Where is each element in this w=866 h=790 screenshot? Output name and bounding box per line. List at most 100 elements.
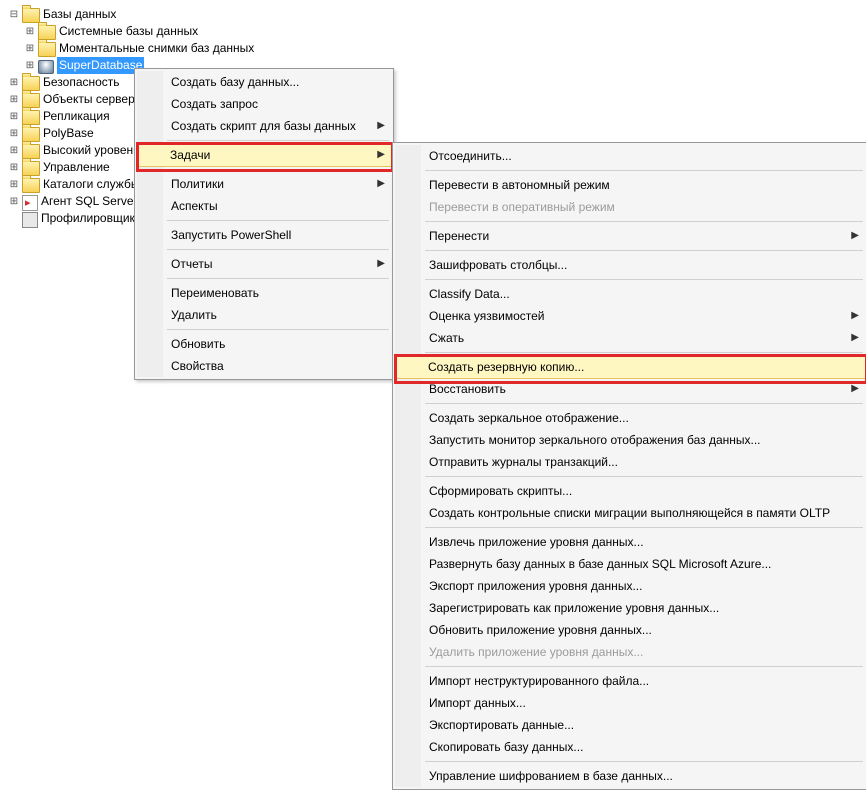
chevron-right-icon: ▶ bbox=[851, 327, 859, 349]
menu-item-label: Свойства bbox=[171, 359, 224, 373]
chevron-right-icon: ▶ bbox=[851, 225, 859, 247]
menu-item[interactable]: Импорт неструктурированного файла... bbox=[395, 670, 865, 692]
expand-icon[interactable] bbox=[22, 41, 38, 57]
menu-item-label: Отсоединить... bbox=[429, 149, 512, 163]
menu-item-label: Создать контрольные списки миграции выпо… bbox=[429, 506, 830, 520]
menu-item-label: Восстановить bbox=[429, 382, 506, 396]
menu-item[interactable]: Политики▶ bbox=[137, 173, 391, 195]
menu-item[interactable]: Экспортировать данные... bbox=[395, 714, 865, 736]
tree-node-system-databases[interactable]: Системные базы данных bbox=[6, 23, 866, 40]
menu-item[interactable]: Экспорт приложения уровня данных... bbox=[395, 575, 865, 597]
menu-item-label: Экспортировать данные... bbox=[429, 718, 574, 732]
menu-item-label: Создать скрипт для базы данных bbox=[171, 119, 356, 133]
menu-item[interactable]: Зашифровать столбцы... bbox=[395, 254, 865, 276]
menu-item[interactable]: Обновить bbox=[137, 333, 391, 355]
menu-item-label: Переименовать bbox=[171, 286, 259, 300]
menu-separator bbox=[425, 666, 863, 667]
sql-agent-icon bbox=[22, 195, 38, 211]
menu-separator bbox=[167, 329, 389, 330]
menu-item[interactable]: Задачи▶ bbox=[136, 143, 392, 167]
menu-separator bbox=[167, 278, 389, 279]
menu-item[interactable]: Отсоединить... bbox=[395, 145, 865, 167]
menu-item[interactable]: Восстановить ▶ bbox=[395, 378, 865, 400]
context-menu-database[interactable]: Создать базу данных...Создать запросСозд… bbox=[134, 68, 394, 380]
menu-item[interactable]: Перенести ▶ bbox=[395, 225, 865, 247]
menu-item-label: Перевести в автономный режим bbox=[429, 178, 610, 192]
context-submenu-tasks[interactable]: Отсоединить... Перевести в автономный реж… bbox=[392, 142, 866, 790]
menu-item[interactable]: Сжать▶ bbox=[395, 327, 865, 349]
menu-item-label: Запустить монитор зеркального отображени… bbox=[429, 433, 761, 447]
expand-icon[interactable] bbox=[6, 211, 22, 227]
chevron-right-icon: ▶ bbox=[851, 378, 859, 400]
menu-item-label: Зарегистрировать как приложение уровня д… bbox=[429, 601, 719, 615]
menu-item[interactable]: Аспекты bbox=[137, 195, 391, 217]
menu-separator bbox=[425, 527, 863, 528]
menu-item[interactable]: Зарегистрировать как приложение уровня д… bbox=[395, 597, 865, 619]
menu-item-label: Обновить bbox=[171, 337, 225, 351]
menu-item-label: Создать зеркальное отображение... bbox=[429, 411, 629, 425]
tree-label: PolyBase bbox=[43, 125, 94, 142]
menu-item[interactable]: Отчеты▶ bbox=[137, 253, 391, 275]
chevron-right-icon: ▶ bbox=[851, 305, 859, 327]
folder-icon bbox=[22, 178, 40, 193]
expand-icon[interactable] bbox=[6, 160, 22, 176]
tree-label: Моментальные снимки баз данных bbox=[59, 40, 254, 57]
menu-item[interactable]: Сформировать скрипты... bbox=[395, 480, 865, 502]
expand-icon[interactable] bbox=[6, 143, 22, 159]
chevron-right-icon: ▶ bbox=[377, 115, 385, 137]
folder-icon bbox=[38, 42, 56, 57]
menu-item: Удалить приложение уровня данных... bbox=[395, 641, 865, 663]
menu-item-label: Аспекты bbox=[171, 199, 218, 213]
menu-item-label: Удалить приложение уровня данных... bbox=[429, 645, 643, 659]
menu-item[interactable]: Создать скрипт для базы данных ▶ bbox=[137, 115, 391, 137]
menu-item[interactable]: Создать базу данных... bbox=[137, 71, 391, 93]
menu-item[interactable]: Создать резервную копию... bbox=[394, 355, 866, 379]
menu-item[interactable]: Создать запрос bbox=[137, 93, 391, 115]
menu-item-label: Скопировать базу данных... bbox=[429, 740, 583, 754]
tree-label: Профилировщик bbox=[41, 210, 135, 227]
menu-item[interactable]: Отправить журналы транзакций... bbox=[395, 451, 865, 473]
menu-item[interactable]: Classify Data... bbox=[395, 283, 865, 305]
tree-node-database-snapshots[interactable]: Моментальные снимки баз данных bbox=[6, 40, 866, 57]
menu-separator bbox=[425, 279, 863, 280]
menu-item[interactable]: Свойства bbox=[137, 355, 391, 377]
expand-icon[interactable] bbox=[22, 58, 38, 74]
menu-item[interactable]: Создать контрольные списки миграции выпо… bbox=[395, 502, 865, 524]
menu-item[interactable]: Оценка уязвимостей▶ bbox=[395, 305, 865, 327]
tree-node-databases[interactable]: Базы данных bbox=[6, 6, 866, 23]
menu-item-label: Сформировать скрипты... bbox=[429, 484, 572, 498]
tree-label-selected: SuperDatabase bbox=[57, 57, 144, 74]
expand-icon[interactable] bbox=[6, 194, 22, 210]
menu-item-label: Создать резервную копию... bbox=[428, 360, 584, 374]
menu-item[interactable]: Удалить bbox=[137, 304, 391, 326]
menu-separator bbox=[167, 140, 389, 141]
tree-label: Каталоги службы bbox=[43, 176, 139, 193]
menu-item[interactable]: Обновить приложение уровня данных... bbox=[395, 619, 865, 641]
menu-item[interactable]: Запустить монитор зеркального отображени… bbox=[395, 429, 865, 451]
menu-item[interactable]: Импорт данных... bbox=[395, 692, 865, 714]
menu-item[interactable]: Создать зеркальное отображение... bbox=[395, 407, 865, 429]
tree-label: Объекты сервера bbox=[43, 91, 141, 108]
menu-separator bbox=[425, 476, 863, 477]
menu-item[interactable]: Извлечь приложение уровня данных... bbox=[395, 531, 865, 553]
expand-icon[interactable] bbox=[6, 109, 22, 125]
menu-item[interactable]: Перевести в автономный режим bbox=[395, 174, 865, 196]
menu-item-label: Перенести bbox=[429, 229, 489, 243]
menu-item-label: Перевести в оперативный режим bbox=[429, 200, 615, 214]
expand-icon[interactable] bbox=[22, 24, 38, 40]
tree-label: Системные базы данных bbox=[59, 23, 198, 40]
tree-label: Высокий уровень bbox=[43, 142, 139, 159]
expand-icon[interactable] bbox=[6, 177, 22, 193]
menu-separator bbox=[425, 250, 863, 251]
expand-icon[interactable] bbox=[6, 75, 22, 91]
menu-item[interactable]: Скопировать базу данных... bbox=[395, 736, 865, 758]
menu-item[interactable]: Переименовать bbox=[137, 282, 391, 304]
collapse-icon[interactable] bbox=[6, 7, 22, 23]
expand-icon[interactable] bbox=[6, 92, 22, 108]
menu-separator bbox=[425, 221, 863, 222]
expand-icon[interactable] bbox=[6, 126, 22, 142]
chevron-right-icon: ▶ bbox=[377, 144, 385, 166]
menu-item[interactable]: Запустить PowerShell bbox=[137, 224, 391, 246]
menu-item[interactable]: Развернуть базу данных в базе данных SQL… bbox=[395, 553, 865, 575]
folder-icon bbox=[22, 110, 40, 125]
